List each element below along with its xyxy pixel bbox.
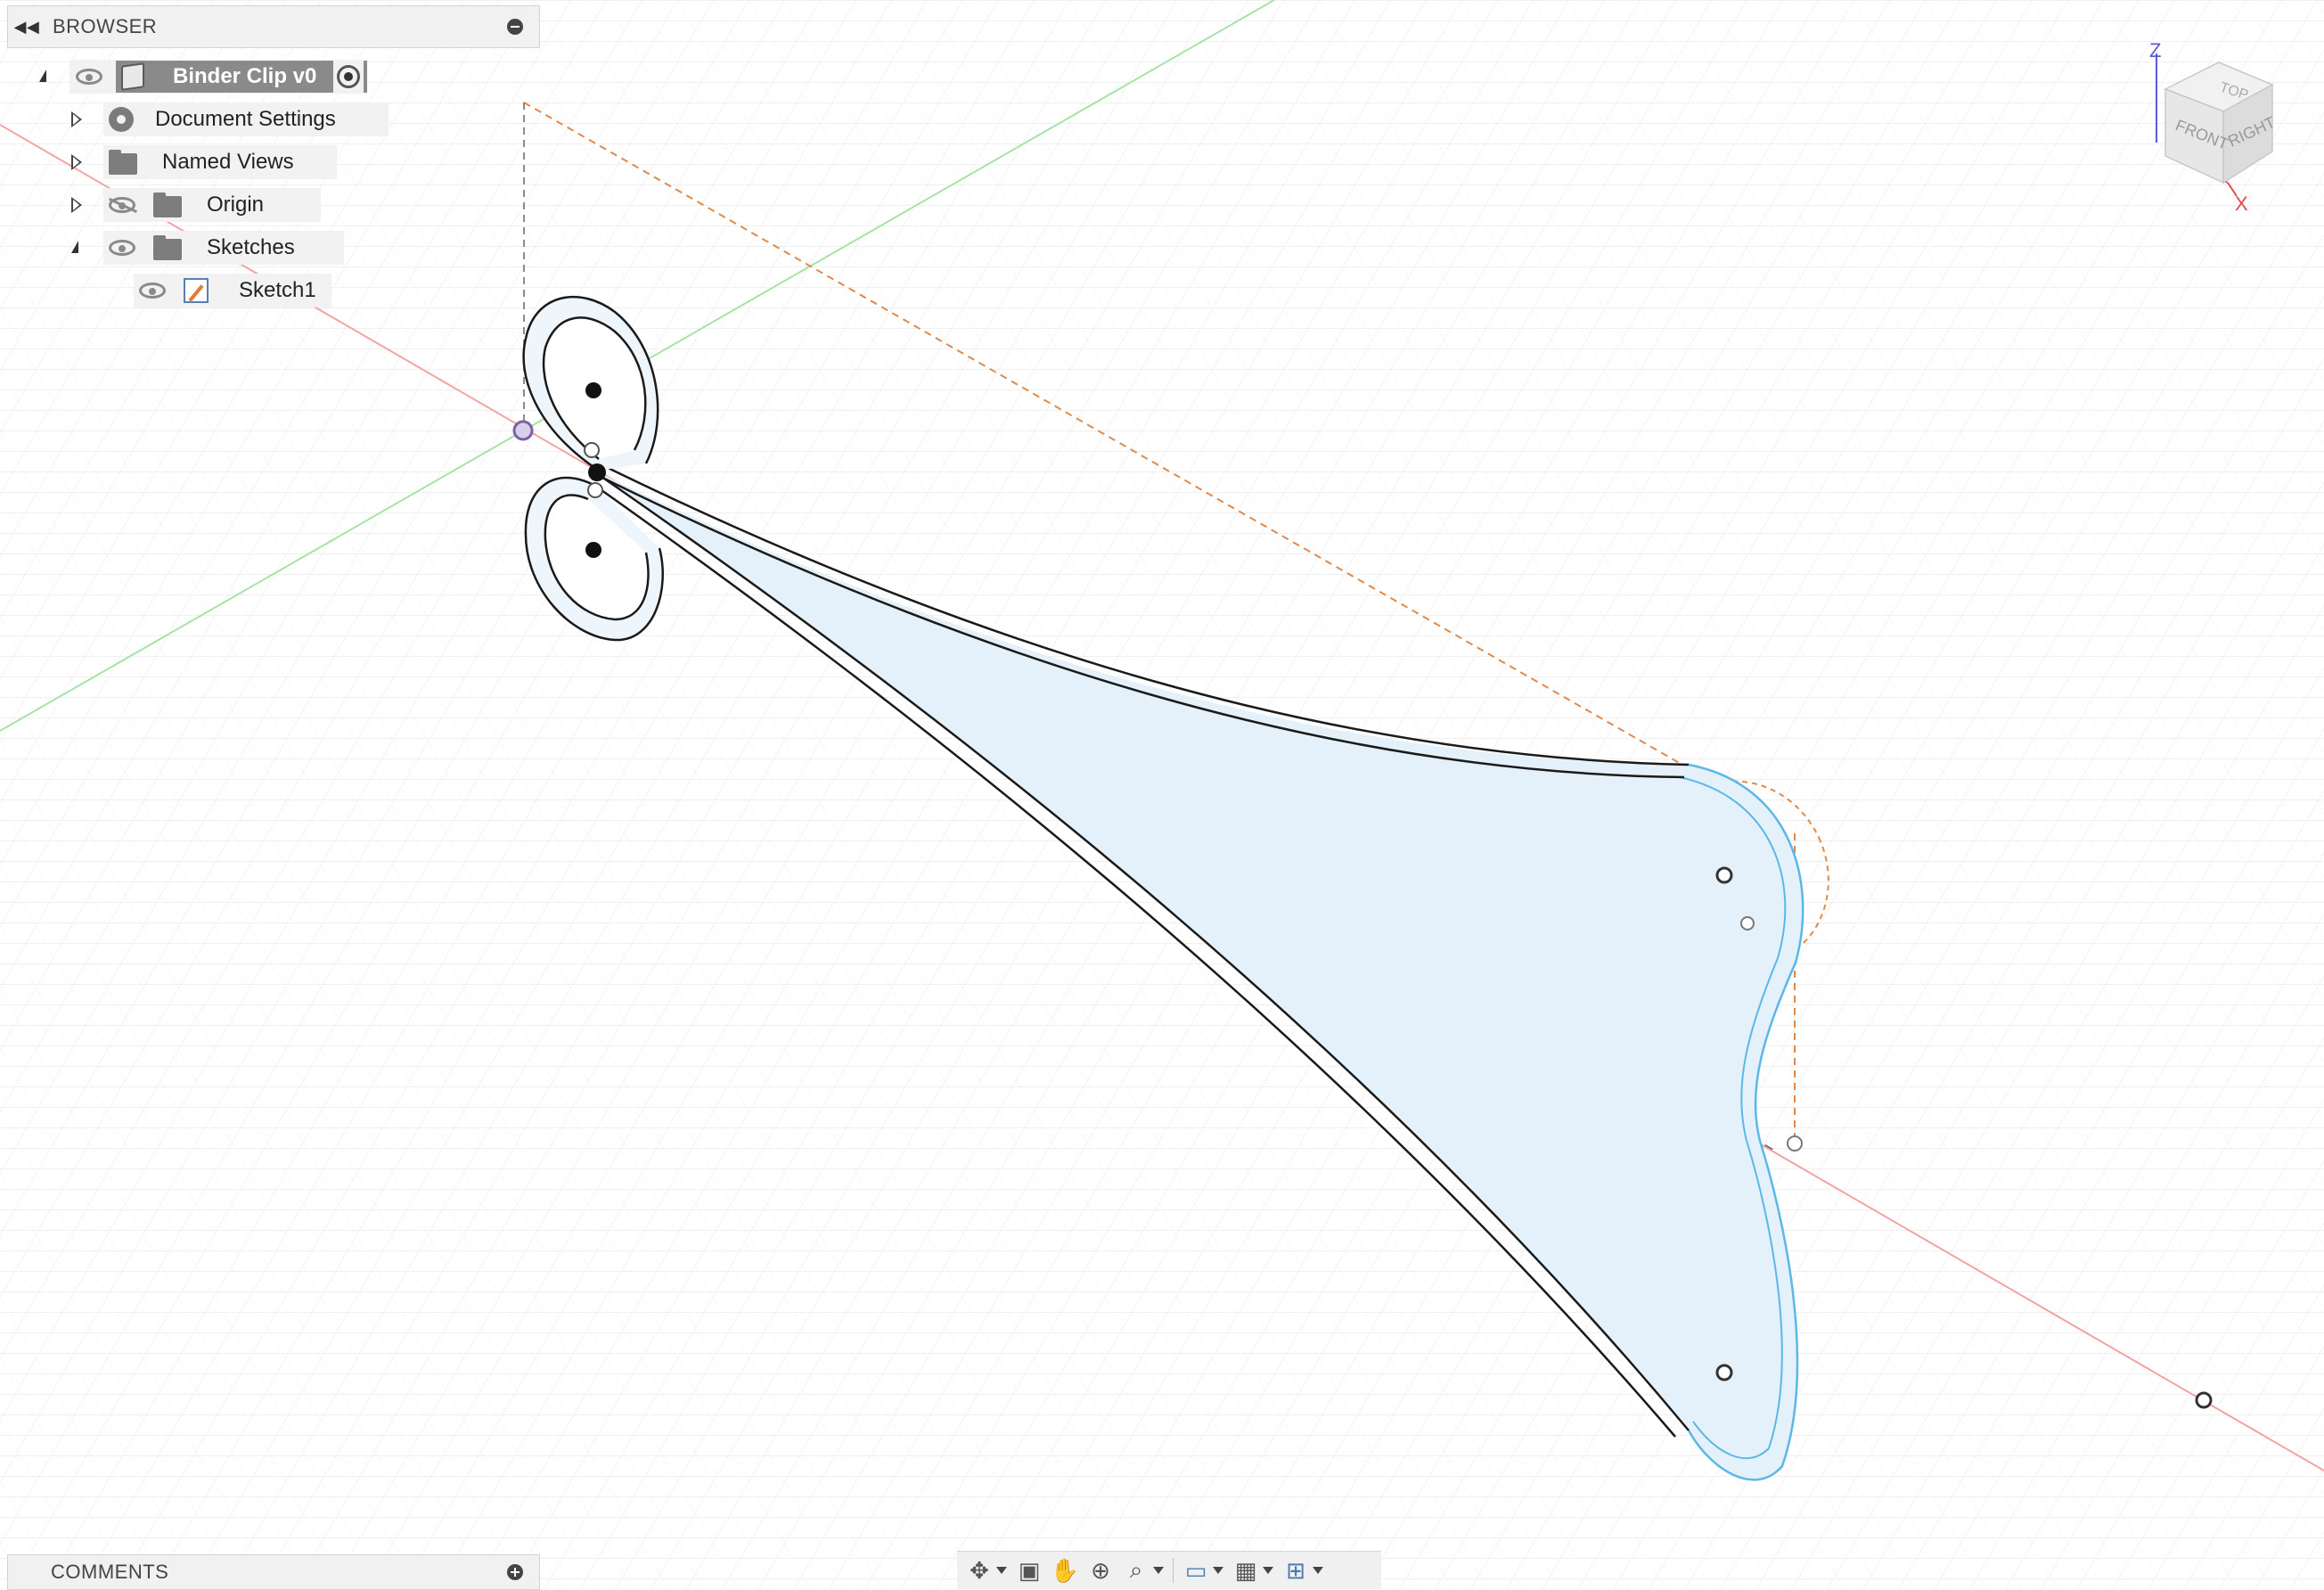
eye-icon[interactable]	[139, 283, 166, 299]
x-axis-label: X	[2235, 193, 2248, 214]
sketch-point-open-2[interactable]	[587, 482, 603, 498]
view-cube[interactable]: TOP FRONT RIGHT Z X	[2139, 36, 2281, 215]
root-eye-icon[interactable]	[76, 69, 102, 85]
orbit-menu-caret-icon[interactable]	[996, 1567, 1007, 1574]
activate-component-radio-icon[interactable]	[337, 65, 360, 88]
component-icon	[121, 62, 144, 91]
expand-document-settings-icon[interactable]	[71, 111, 82, 127]
tree-root-row[interactable]: Binder Clip v0	[36, 59, 392, 94]
sketch-point-notch[interactable]	[1787, 1135, 1803, 1152]
sketch-point-loop-center-top[interactable]	[585, 382, 601, 398]
grid-icon: ▦	[1234, 1556, 1257, 1584]
hand-icon: ✋	[1050, 1556, 1080, 1584]
collapse-browser-icon[interactable]: ◀◀	[12, 6, 42, 47]
look-at-button[interactable]: ▣	[1016, 1554, 1043, 1586]
comments-panel-header[interactable]: COMMENTS	[7, 1554, 540, 1590]
sketch-point-lower-right[interactable]	[1715, 1364, 1733, 1381]
zoom-icon: ⊕	[1091, 1556, 1110, 1584]
display-menu-caret-icon[interactable]	[1213, 1567, 1223, 1574]
sketch-point-mid-right[interactable]	[1740, 916, 1755, 930]
sketch-icon	[184, 278, 209, 303]
folder-icon	[153, 193, 182, 217]
tree-item-sketches[interactable]: Sketches	[36, 230, 392, 266]
eye-hidden-icon[interactable]	[109, 197, 135, 213]
comments-title: COMMENTS	[51, 1561, 169, 1583]
tree-item-document-settings[interactable]: Document Settings	[36, 102, 392, 137]
eye-icon[interactable]	[109, 240, 135, 256]
sketch1-label[interactable]: Sketch1	[239, 278, 316, 303]
grid-menu-caret-icon[interactable]	[1263, 1567, 1273, 1574]
sketch-point-loop-center-bottom[interactable]	[585, 542, 601, 558]
toolbar-separator	[1173, 1558, 1174, 1583]
browser-minimize-icon[interactable]	[507, 19, 523, 35]
display-icon: ▭	[1184, 1556, 1207, 1584]
sketches-label[interactable]: Sketches	[207, 235, 295, 260]
sketch-point-junction[interactable]	[588, 463, 606, 481]
tree-item-sketch1[interactable]: Sketch1	[36, 273, 392, 308]
tree-item-origin[interactable]: Origin	[36, 187, 392, 223]
viewports-button[interactable]: ⊞	[1282, 1554, 1323, 1586]
tree-item-named-views[interactable]: Named Views	[36, 144, 392, 180]
z-axis-label: Z	[2149, 39, 2161, 61]
browser-title: BROWSER	[53, 15, 158, 37]
zoom-button[interactable]: ⊕	[1087, 1554, 1114, 1586]
display-settings-button[interactable]: ▭	[1182, 1554, 1223, 1586]
expand-origin-icon[interactable]	[71, 197, 82, 213]
folder-icon	[109, 150, 137, 175]
collapse-sketches-icon[interactable]	[71, 241, 78, 253]
document-settings-label[interactable]: Document Settings	[155, 107, 336, 132]
folder-icon	[153, 235, 182, 260]
sketch-origin-point[interactable]	[512, 420, 534, 441]
pan-button[interactable]: ✋	[1050, 1554, 1080, 1586]
viewports-menu-caret-icon[interactable]	[1313, 1567, 1323, 1574]
sketch-point-upper-right[interactable]	[1715, 866, 1733, 884]
orbit-icon: ✥	[970, 1556, 989, 1584]
expand-named-views-icon[interactable]	[71, 154, 82, 170]
named-views-label[interactable]: Named Views	[162, 150, 294, 175]
grid-settings-button[interactable]: ▦	[1232, 1554, 1273, 1586]
origin-label[interactable]: Origin	[207, 193, 264, 217]
fit-menu-caret-icon[interactable]	[1153, 1567, 1164, 1574]
navigation-toolbar: ✥ ▣ ✋ ⊕ ⌕ ▭ ▦ ⊞	[957, 1551, 1381, 1589]
viewports-icon: ⊞	[1286, 1556, 1305, 1584]
look-at-icon: ▣	[1018, 1556, 1041, 1584]
gear-icon	[109, 107, 134, 132]
sketch-point-axis[interactable]	[2195, 1391, 2213, 1409]
sketch-point-open-1[interactable]	[584, 442, 600, 458]
add-comment-icon[interactable]	[507, 1564, 523, 1580]
browser-panel-header[interactable]: ◀◀ BROWSER	[7, 5, 540, 48]
zoom-window-icon: ⌕	[1129, 1556, 1143, 1583]
orbit-button[interactable]: ✥	[966, 1554, 1007, 1586]
fit-button[interactable]: ⌕	[1123, 1554, 1164, 1586]
root-label[interactable]: Binder Clip v0	[173, 64, 316, 89]
root-expand-triangle-icon[interactable]	[39, 70, 46, 82]
